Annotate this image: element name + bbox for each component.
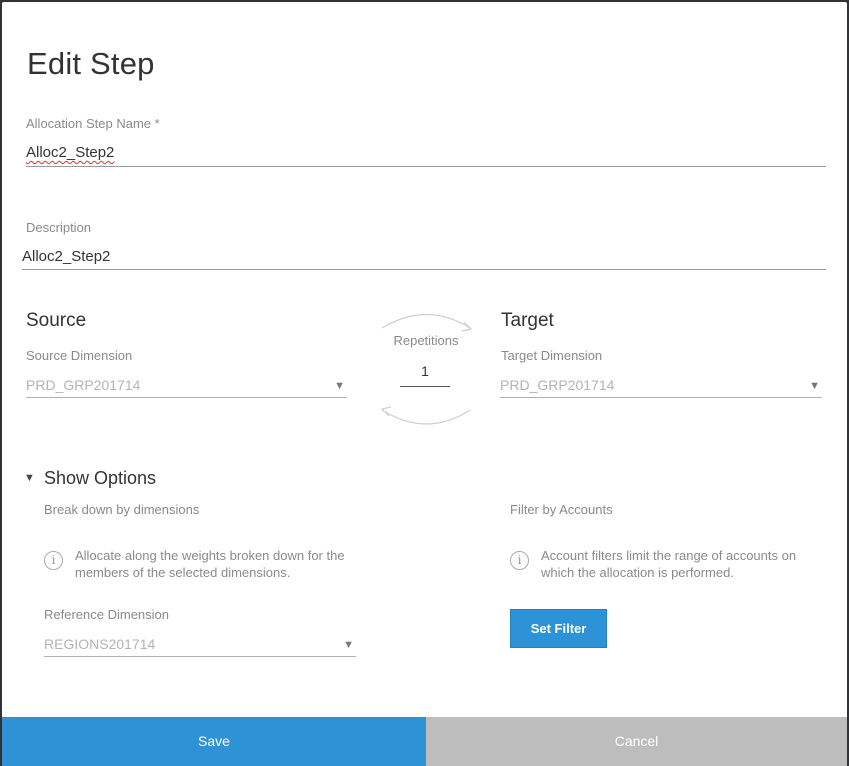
edit-step-dialog: Edit Step Allocation Step Name * Alloc2_… bbox=[2, 2, 847, 766]
target-dimension-underline bbox=[500, 397, 822, 398]
breakdown-info-line-2: members of the selected dimensions. bbox=[75, 565, 291, 580]
info-icon: i bbox=[510, 551, 529, 570]
reference-dimension-value: REGIONS201714 bbox=[44, 636, 156, 652]
source-dimension-underline bbox=[26, 397, 347, 398]
cancel-button[interactable]: Cancel bbox=[426, 717, 847, 766]
repetitions-input[interactable]: 1 bbox=[400, 360, 450, 388]
dialog-title: Edit Step bbox=[27, 46, 155, 81]
source-dimension-select[interactable]: PRD_GRP201714 ▼ bbox=[26, 374, 347, 398]
step-name-underline bbox=[26, 166, 826, 167]
repetitions-label: Repetitions bbox=[393, 333, 459, 348]
reference-dimension-underline bbox=[44, 656, 356, 657]
source-dimension-label: Source Dimension bbox=[26, 348, 133, 363]
repetitions-value: 1 bbox=[421, 363, 429, 379]
caret-down-icon: ▼ bbox=[24, 472, 35, 484]
target-dimension-value: PRD_GRP201714 bbox=[500, 377, 615, 393]
repetitions-underline bbox=[400, 386, 450, 387]
filter-info-text: Account filters limit the range of accou… bbox=[541, 547, 796, 581]
step-name-label: Allocation Step Name * bbox=[26, 116, 160, 131]
show-options-label: Show Options bbox=[44, 468, 157, 488]
step-name-value: Alloc2_Step2 bbox=[26, 144, 115, 161]
description-underline bbox=[22, 269, 826, 270]
chevron-down-icon: ▼ bbox=[343, 639, 354, 651]
info-icon: i bbox=[44, 551, 63, 570]
save-button[interactable]: Save bbox=[2, 717, 426, 766]
chevron-down-icon: ▼ bbox=[334, 380, 345, 392]
target-dimension-select[interactable]: PRD_GRP201714 ▼ bbox=[500, 374, 822, 398]
step-name-input[interactable]: Alloc2_Step2 bbox=[26, 140, 826, 168]
set-filter-button[interactable]: Set Filter bbox=[510, 609, 607, 648]
filter-heading: Filter by Accounts bbox=[510, 502, 613, 517]
description-value: Alloc2_Step2 bbox=[22, 248, 111, 265]
description-label: Description bbox=[26, 220, 92, 235]
target-dimension-label: Target Dimension bbox=[501, 348, 603, 363]
target-heading: Target bbox=[501, 310, 554, 331]
source-dimension-value: PRD_GRP201714 bbox=[26, 377, 141, 393]
description-input[interactable]: Alloc2_Step2 bbox=[22, 244, 826, 272]
chevron-down-icon: ▼ bbox=[809, 380, 820, 392]
source-heading: Source bbox=[26, 310, 87, 331]
filter-info-line-2: which the allocation is performed. bbox=[541, 565, 734, 580]
reference-dimension-label: Reference Dimension bbox=[44, 607, 170, 622]
breakdown-info-line-1: Allocate along the weights broken down f… bbox=[75, 548, 345, 563]
breakdown-heading: Break down by dimensions bbox=[44, 502, 200, 517]
reference-dimension-select[interactable]: REGIONS201714 ▼ bbox=[44, 633, 356, 657]
breakdown-info-text: Allocate along the weights broken down f… bbox=[75, 547, 345, 581]
filter-info-line-1: Account filters limit the range of accou… bbox=[541, 548, 797, 563]
